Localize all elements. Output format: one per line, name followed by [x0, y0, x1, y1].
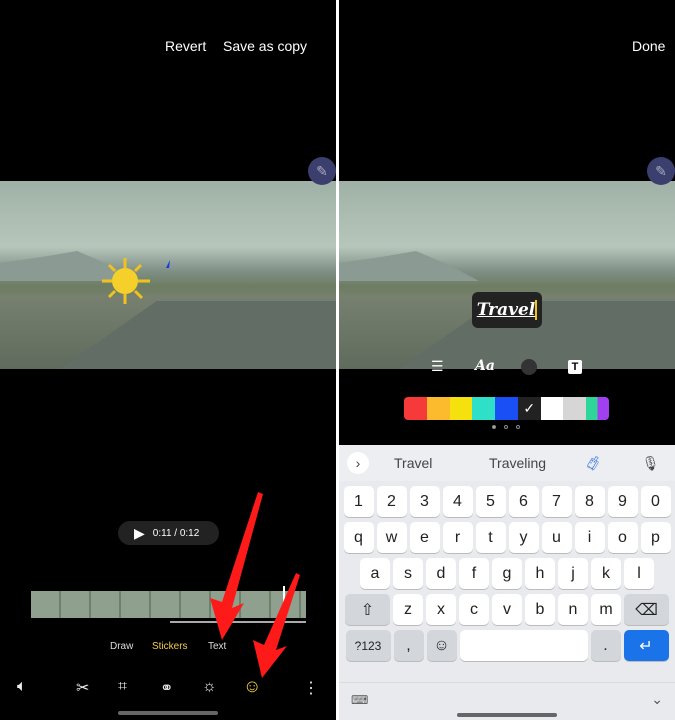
color-picker-icon[interactable] [521, 359, 537, 375]
key-a[interactable]: a [360, 558, 390, 589]
color-white[interactable] [540, 397, 564, 420]
align-icon[interactable]: ☰ [431, 358, 444, 375]
key-7[interactable]: 7 [541, 486, 572, 517]
key-6[interactable]: 6 [508, 486, 539, 517]
brightness-icon[interactable]: ☼ [202, 678, 217, 696]
volume-icon[interactable]: 🔈︎ [17, 678, 27, 696]
key-2[interactable]: 2 [376, 486, 407, 517]
key-3[interactable]: 3 [409, 486, 440, 517]
key-k[interactable]: k [591, 558, 621, 589]
key-0[interactable]: 0 [640, 486, 671, 517]
home-handle [457, 713, 557, 717]
cut-icon[interactable]: ✂︎ [76, 678, 89, 698]
text-input[interactable]: Travel [477, 300, 538, 320]
color-orange[interactable] [426, 397, 450, 420]
luggage-emoji-icon[interactable]: 🧳︎ [584, 455, 602, 472]
key-9[interactable]: 9 [607, 486, 638, 517]
hide-keyboard-icon[interactable]: ⌄ [651, 691, 663, 708]
space-key[interactable] [459, 630, 588, 661]
key-x[interactable]: x [426, 594, 456, 625]
mode-text[interactable]: Text [208, 641, 226, 652]
video-preview [339, 181, 675, 369]
key-s[interactable]: s [393, 558, 423, 589]
enter-key[interactable]: ↵ [623, 630, 669, 661]
text-background-icon[interactable]: T [568, 360, 582, 374]
key-1[interactable]: 1 [343, 486, 374, 517]
color-yellow[interactable] [449, 397, 473, 420]
sticker-icon[interactable]: ☺︎ [243, 676, 261, 697]
symbols-key[interactable]: ?123 [345, 630, 391, 661]
color-more[interactable] [586, 397, 609, 420]
color-black-selected[interactable]: ✓ [517, 397, 541, 420]
text-editor-panel: Done ✎ Travel ☰ Aa T ✓ › Travel Travelin… [339, 0, 675, 720]
key-d[interactable]: d [426, 558, 456, 589]
key-r[interactable]: r [442, 522, 473, 553]
suggestion[interactable]: Travel [394, 455, 464, 471]
save-as-copy-button[interactable]: Save as copy [223, 38, 307, 54]
key-v[interactable]: v [492, 594, 522, 625]
font-button[interactable]: Aa [475, 358, 495, 374]
mode-stickers[interactable]: Stickers [152, 641, 188, 652]
color-gray[interactable] [563, 397, 587, 420]
revert-button[interactable]: Revert [165, 38, 206, 54]
more-icon[interactable]: ⋮ [303, 678, 319, 698]
suggestion[interactable]: Traveling [489, 455, 584, 471]
key-o[interactable]: o [607, 522, 638, 553]
key-e[interactable]: e [409, 522, 440, 553]
key-t[interactable]: t [475, 522, 506, 553]
period-key[interactable]: . [590, 630, 621, 661]
key-m[interactable]: m [591, 594, 621, 625]
pen-edit-button[interactable]: ✎ [308, 157, 336, 185]
key-l[interactable]: l [624, 558, 654, 589]
shift-key[interactable]: ⇧ [345, 594, 390, 625]
mic-icon[interactable]: 🎙︎ [642, 455, 660, 472]
playback-time: 0:11 / 0:12 [152, 527, 200, 539]
key-z[interactable]: z [393, 594, 423, 625]
keyboard-nav-bar: ⌨︎ ⌄ [339, 682, 675, 720]
key-8[interactable]: 8 [574, 486, 605, 517]
timeline-range [170, 621, 306, 623]
key-c[interactable]: c [459, 594, 489, 625]
expand-icon[interactable]: › [347, 452, 369, 474]
key-5[interactable]: 5 [475, 486, 506, 517]
palette-page-dots [492, 425, 520, 429]
key-f[interactable]: f [459, 558, 489, 589]
emoji-key[interactable]: ☺︎ [426, 630, 457, 661]
color-red[interactable] [404, 397, 427, 420]
keyboard-switch-icon[interactable]: ⌨︎ [351, 693, 368, 707]
key-n[interactable]: n [558, 594, 588, 625]
color-blue[interactable] [495, 397, 518, 420]
key-b[interactable]: b [525, 594, 555, 625]
pen-edit-button[interactable]: ✎ [647, 157, 675, 185]
key-4[interactable]: 4 [442, 486, 473, 517]
filter-icon[interactable]: ⚭ [160, 678, 173, 698]
color-teal[interactable] [472, 397, 496, 420]
key-u[interactable]: u [541, 522, 572, 553]
play-icon[interactable]: ▶ [134, 525, 145, 542]
text-box[interactable]: Travel [472, 292, 542, 328]
key-q[interactable]: q [343, 522, 374, 553]
home-handle [118, 711, 218, 715]
playhead[interactable] [283, 586, 285, 618]
sun-sticker[interactable] [100, 256, 170, 316]
key-y[interactable]: y [508, 522, 539, 553]
key-i[interactable]: i [574, 522, 605, 553]
color-palette: ✓ [404, 397, 609, 420]
done-button[interactable]: Done [632, 38, 665, 54]
video-preview [0, 181, 336, 369]
mode-draw[interactable]: Draw [110, 641, 133, 652]
video-editor-panel: Revert Save as copy ✎ ▶ 0:11 / 0:12 Draw … [0, 0, 336, 720]
key-p[interactable]: p [640, 522, 671, 553]
play-pill[interactable]: ▶ 0:11 / 0:12 [118, 521, 219, 545]
key-h[interactable]: h [525, 558, 555, 589]
comma-key[interactable]: , [393, 630, 424, 661]
keyboard: › Travel Traveling 🧳︎ 🎙︎ 1234567890 qwer… [339, 445, 675, 720]
key-g[interactable]: g [492, 558, 522, 589]
backspace-key[interactable]: ⌫ [624, 594, 669, 625]
key-w[interactable]: w [376, 522, 407, 553]
key-j[interactable]: j [558, 558, 588, 589]
timeline-strip[interactable] [31, 586, 306, 618]
crop-rotate-icon[interactable]: ⌗ [118, 678, 127, 696]
